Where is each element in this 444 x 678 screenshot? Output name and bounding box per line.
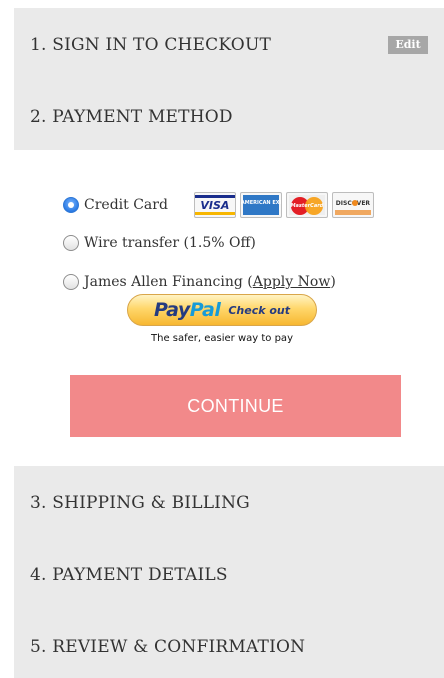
step-shipping-billing-title: 3. SHIPPING & BILLING: [30, 493, 250, 513]
step-shipping-billing: 3. SHIPPING & BILLING: [14, 478, 444, 528]
step-payment-method: 2. PAYMENT METHOD: [14, 92, 444, 142]
paypal-checkout-label: Check out: [228, 303, 291, 317]
continue-button[interactable]: CONTINUE: [70, 375, 401, 437]
step-payment-details-title: 4. PAYMENT DETAILS: [30, 565, 228, 585]
financing-radio[interactable]: [63, 274, 79, 290]
mastercard-logo: MasterCard: [285, 192, 328, 218]
step-sign-in-title: 1. SIGN IN TO CHECKOUT: [30, 35, 272, 55]
discover-logo: DISCOVER: [331, 192, 374, 218]
step-payment-method-title: 2. PAYMENT METHOD: [30, 107, 233, 127]
apply-now-link[interactable]: Apply Now: [253, 274, 331, 290]
wire-transfer-option[interactable]: Wire transfer (1.5% Off): [63, 233, 256, 253]
american-express-logo: AMERICAN EXPRESS: [239, 192, 282, 218]
step-review-confirmation-title: 5. REVIEW & CONFIRMATION: [30, 637, 306, 657]
step-sign-in: 1. SIGN IN TO CHECKOUT Edit: [14, 20, 444, 70]
financing-option[interactable]: James Allen Financing (Apply Now): [63, 272, 336, 292]
wire-transfer-radio[interactable]: [63, 235, 79, 251]
credit-card-radio[interactable]: [63, 197, 79, 213]
paypal-checkout-button[interactable]: PayPal Check out: [127, 294, 317, 326]
financing-label: James Allen Financing (Apply Now): [84, 274, 336, 290]
step-review-confirmation: 5. REVIEW & CONFIRMATION: [14, 622, 444, 672]
wire-transfer-label: Wire transfer (1.5% Off): [84, 235, 256, 251]
credit-card-label: Credit Card: [84, 197, 168, 213]
visa-logo: VISA: [193, 192, 236, 218]
card-logos: VISA AMERICAN EXPRESS MasterCard DISCOVE…: [193, 192, 378, 218]
step-payment-details: 4. PAYMENT DETAILS: [14, 550, 444, 600]
paypal-logo: PayPal: [153, 299, 221, 321]
credit-card-option[interactable]: Credit Card VISA AMERICAN EXPRESS Master…: [63, 192, 378, 218]
edit-button[interactable]: Edit: [388, 36, 428, 54]
paypal-tagline: The safer, easier way to pay: [151, 333, 293, 344]
